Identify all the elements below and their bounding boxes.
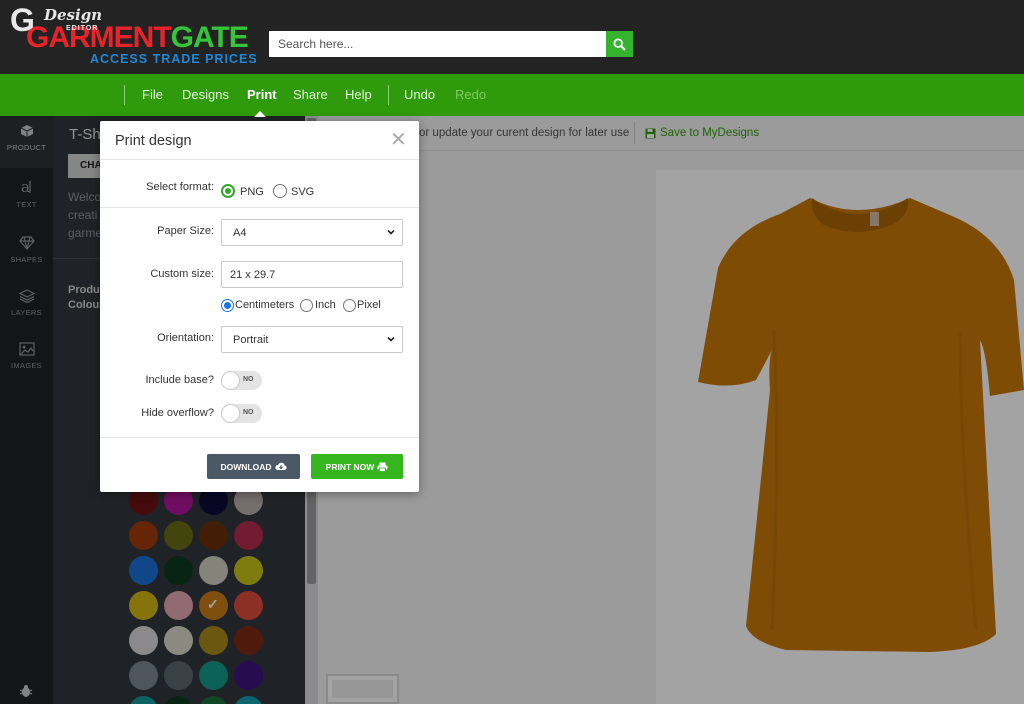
logo-word: Design: [44, 6, 103, 24]
nav-file[interactable]: File: [142, 87, 163, 102]
nav-share[interactable]: Share: [293, 87, 328, 102]
close-icon: ✕: [390, 129, 407, 151]
unit-radio-inch[interactable]: [300, 299, 313, 312]
chevron-down-icon: [387, 229, 395, 235]
orientation-value: Portrait: [233, 334, 269, 346]
chevron-down-icon: [387, 336, 395, 342]
dialog-header-divider: [100, 159, 419, 160]
toggle-state: NO: [243, 409, 254, 416]
print-design-dialog: Print design ✕ Select format: PNG SVG Pa…: [100, 121, 419, 492]
hide-overflow-toggle[interactable]: NO: [221, 404, 262, 423]
format-svg-label: SVG: [291, 186, 315, 198]
unit-radio-pixel[interactable]: [343, 299, 356, 312]
menu-pointer: [254, 111, 266, 117]
download-button[interactable]: DOWNLOAD: [207, 454, 300, 479]
logo-letter: G: [10, 2, 35, 38]
nav-divider: [124, 85, 125, 105]
format-radio-png[interactable]: [221, 184, 235, 198]
toggle-state: NO: [243, 376, 254, 383]
download-label: DOWNLOAD: [220, 461, 272, 472]
include-base-label: Include base?: [145, 374, 215, 386]
printer-icon: [377, 462, 388, 472]
unit-pixel-label: Pixel: [357, 299, 381, 311]
search-input[interactable]: [269, 31, 606, 57]
nav-undo[interactable]: Undo: [404, 87, 435, 102]
logo-tagline: ACCESS TRADE PRICES: [90, 52, 258, 66]
paper-size-select[interactable]: A4: [221, 219, 403, 246]
nav-divider: [388, 85, 389, 105]
paper-size-label: Paper Size:: [157, 225, 214, 237]
close-button[interactable]: ✕: [390, 130, 407, 150]
search-icon: [613, 37, 626, 51]
format-png-label: PNG: [240, 186, 264, 198]
print-label: PRINT NOW: [325, 461, 375, 472]
dialog-section-divider: [100, 207, 419, 208]
nav-redo[interactable]: Redo: [455, 87, 486, 102]
print-now-button[interactable]: PRINT NOW: [311, 454, 403, 479]
logo-text-2: GATE: [170, 21, 249, 54]
nav-help[interactable]: Help: [345, 87, 372, 102]
orientation-label: Orientation:: [157, 332, 214, 344]
toggle-knob: [221, 404, 240, 423]
dialog-footer-divider: [100, 437, 419, 438]
orientation-select[interactable]: Portrait: [221, 326, 403, 353]
format-radio-svg[interactable]: [273, 184, 287, 198]
cloud-download-icon: [274, 462, 287, 470]
nav-print[interactable]: Print: [247, 87, 277, 102]
format-label: Select format:: [146, 181, 214, 193]
paper-size-value: A4: [233, 227, 247, 239]
nav-designs[interactable]: Designs: [182, 87, 229, 102]
unit-inch-label: Inch: [315, 299, 336, 311]
unit-radio-centimeters[interactable]: [221, 299, 234, 312]
search-button[interactable]: [606, 31, 633, 57]
logo-sub: EDITOR: [66, 25, 99, 32]
design-editor-logo: G Design EDITOR: [10, 2, 114, 38]
toggle-knob: [221, 371, 240, 390]
include-base-toggle[interactable]: NO: [221, 371, 262, 390]
unit-centimeters-label: Centimeters: [235, 299, 295, 311]
dialog-title: Print design: [115, 133, 192, 149]
custom-size-input[interactable]: [221, 261, 403, 288]
custom-size-label: Custom size:: [150, 268, 214, 280]
hide-overflow-label: Hide overflow?: [141, 407, 214, 419]
